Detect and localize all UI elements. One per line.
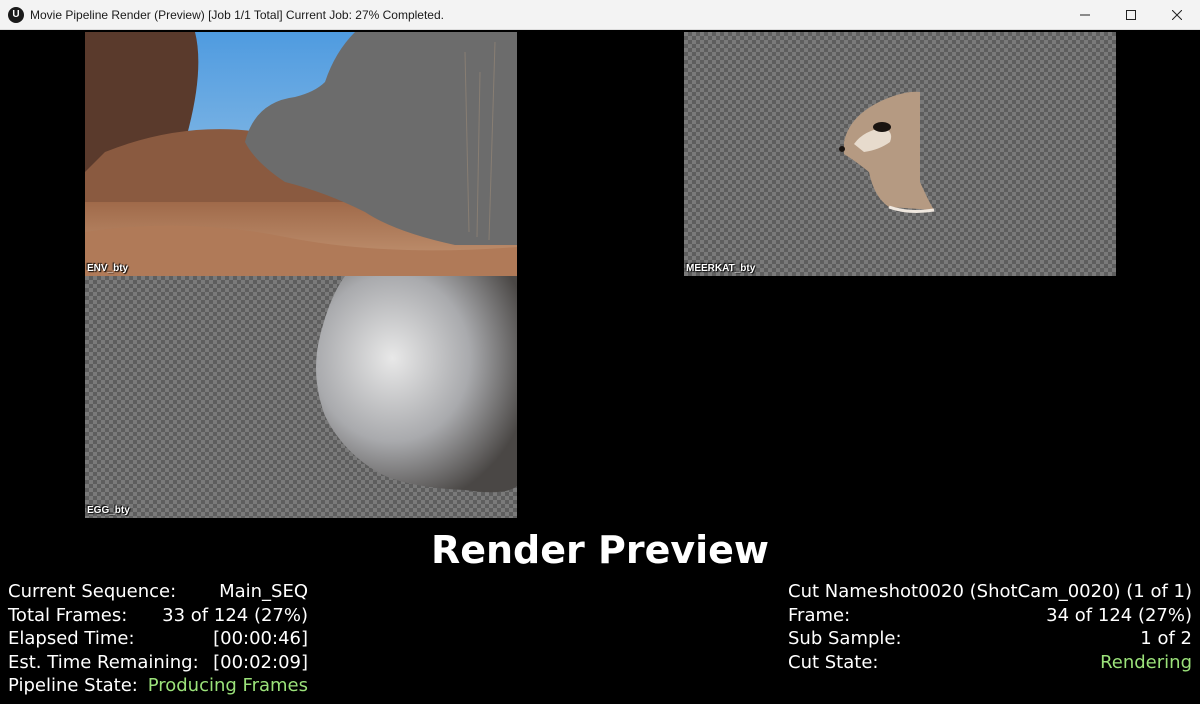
maximize-button[interactable] xyxy=(1108,0,1154,30)
pipeline-state-status: Producing Frames xyxy=(147,675,308,696)
env-pass-label: ENV_bty xyxy=(87,263,129,274)
stat-label: Pipeline State: xyxy=(8,675,138,696)
stat-label: Sub Sample: xyxy=(788,628,902,649)
close-button[interactable] xyxy=(1154,0,1200,30)
stat-value: shot0020 (ShotCam_0020) (1 of 1) xyxy=(879,581,1192,602)
env-pass-preview: ENV_bty xyxy=(85,32,517,276)
stat-label: Elapsed Time: xyxy=(8,628,135,649)
stat-label: Est. Time Remaining: xyxy=(8,651,199,673)
meerkat-pass-preview: MEERKAT_bty xyxy=(684,32,1116,276)
job-stats-panel: Current Sequence: Main_SEQ Total Frames:… xyxy=(8,580,308,698)
meerkat-pass-label: MEERKAT_bty xyxy=(686,263,756,274)
stat-value: 33 of 124 (27%) xyxy=(162,604,308,626)
egg-pass-preview: EGG_bty xyxy=(85,276,517,518)
stat-label: Frame: xyxy=(788,604,851,626)
stat-value: 34 of 124 (27%) xyxy=(1046,604,1192,626)
stat-label: Total Frames: xyxy=(8,604,128,626)
stat-current-sequence: Current Sequence: Main_SEQ xyxy=(8,580,308,604)
shot-stats-panel: Cut Name: shot0020 (ShotCam_0020) (1 of … xyxy=(788,580,1192,674)
minimize-icon xyxy=(1080,14,1090,16)
stat-value: [00:02:09] xyxy=(213,651,308,673)
stat-label: Cut State: xyxy=(788,651,879,673)
stat-value: Main_SEQ xyxy=(219,581,308,602)
egg-pass-image xyxy=(316,276,517,493)
stat-label: Current Sequence: xyxy=(8,581,177,602)
maximize-icon xyxy=(1126,10,1136,20)
egg-pass-label: EGG_bty xyxy=(87,505,130,516)
stat-cut-state: Cut State: Rendering xyxy=(788,651,1192,675)
render-preview-viewport: ENV_bty MEERKAT_bty EGG_bty Render Previ… xyxy=(0,30,1200,704)
stat-frame: Frame: 34 of 124 (27%) xyxy=(788,604,1192,628)
stat-label: Cut Name: xyxy=(788,581,884,602)
env-pass-image xyxy=(85,32,517,276)
stat-value: 1 of 2 xyxy=(1140,628,1192,649)
stat-pipeline-state: Pipeline State: Producing Frames xyxy=(8,674,308,698)
stat-total-frames: Total Frames: 33 of 124 (27%) xyxy=(8,604,308,628)
meerkat-pass-image xyxy=(839,91,935,213)
window-title: Movie Pipeline Render (Preview) [Job 1/1… xyxy=(30,8,444,22)
stat-cut-name: Cut Name: shot0020 (ShotCam_0020) (1 of … xyxy=(788,580,1192,604)
stat-elapsed-time: Elapsed Time: [00:00:46] xyxy=(8,627,308,651)
unreal-logo-icon: U xyxy=(8,7,24,23)
stat-sub-sample: Sub Sample: 1 of 2 xyxy=(788,627,1192,651)
minimize-button[interactable] xyxy=(1062,0,1108,30)
stat-time-remaining: Est. Time Remaining: [00:02:09] xyxy=(8,651,308,675)
render-preview-heading: Render Preview xyxy=(430,528,770,572)
cut-state-status: Rendering xyxy=(1100,651,1192,673)
title-bar[interactable]: U Movie Pipeline Render (Preview) [Job 1… xyxy=(0,0,1200,30)
close-icon xyxy=(1172,10,1182,20)
stat-value: [00:00:46] xyxy=(213,628,308,649)
